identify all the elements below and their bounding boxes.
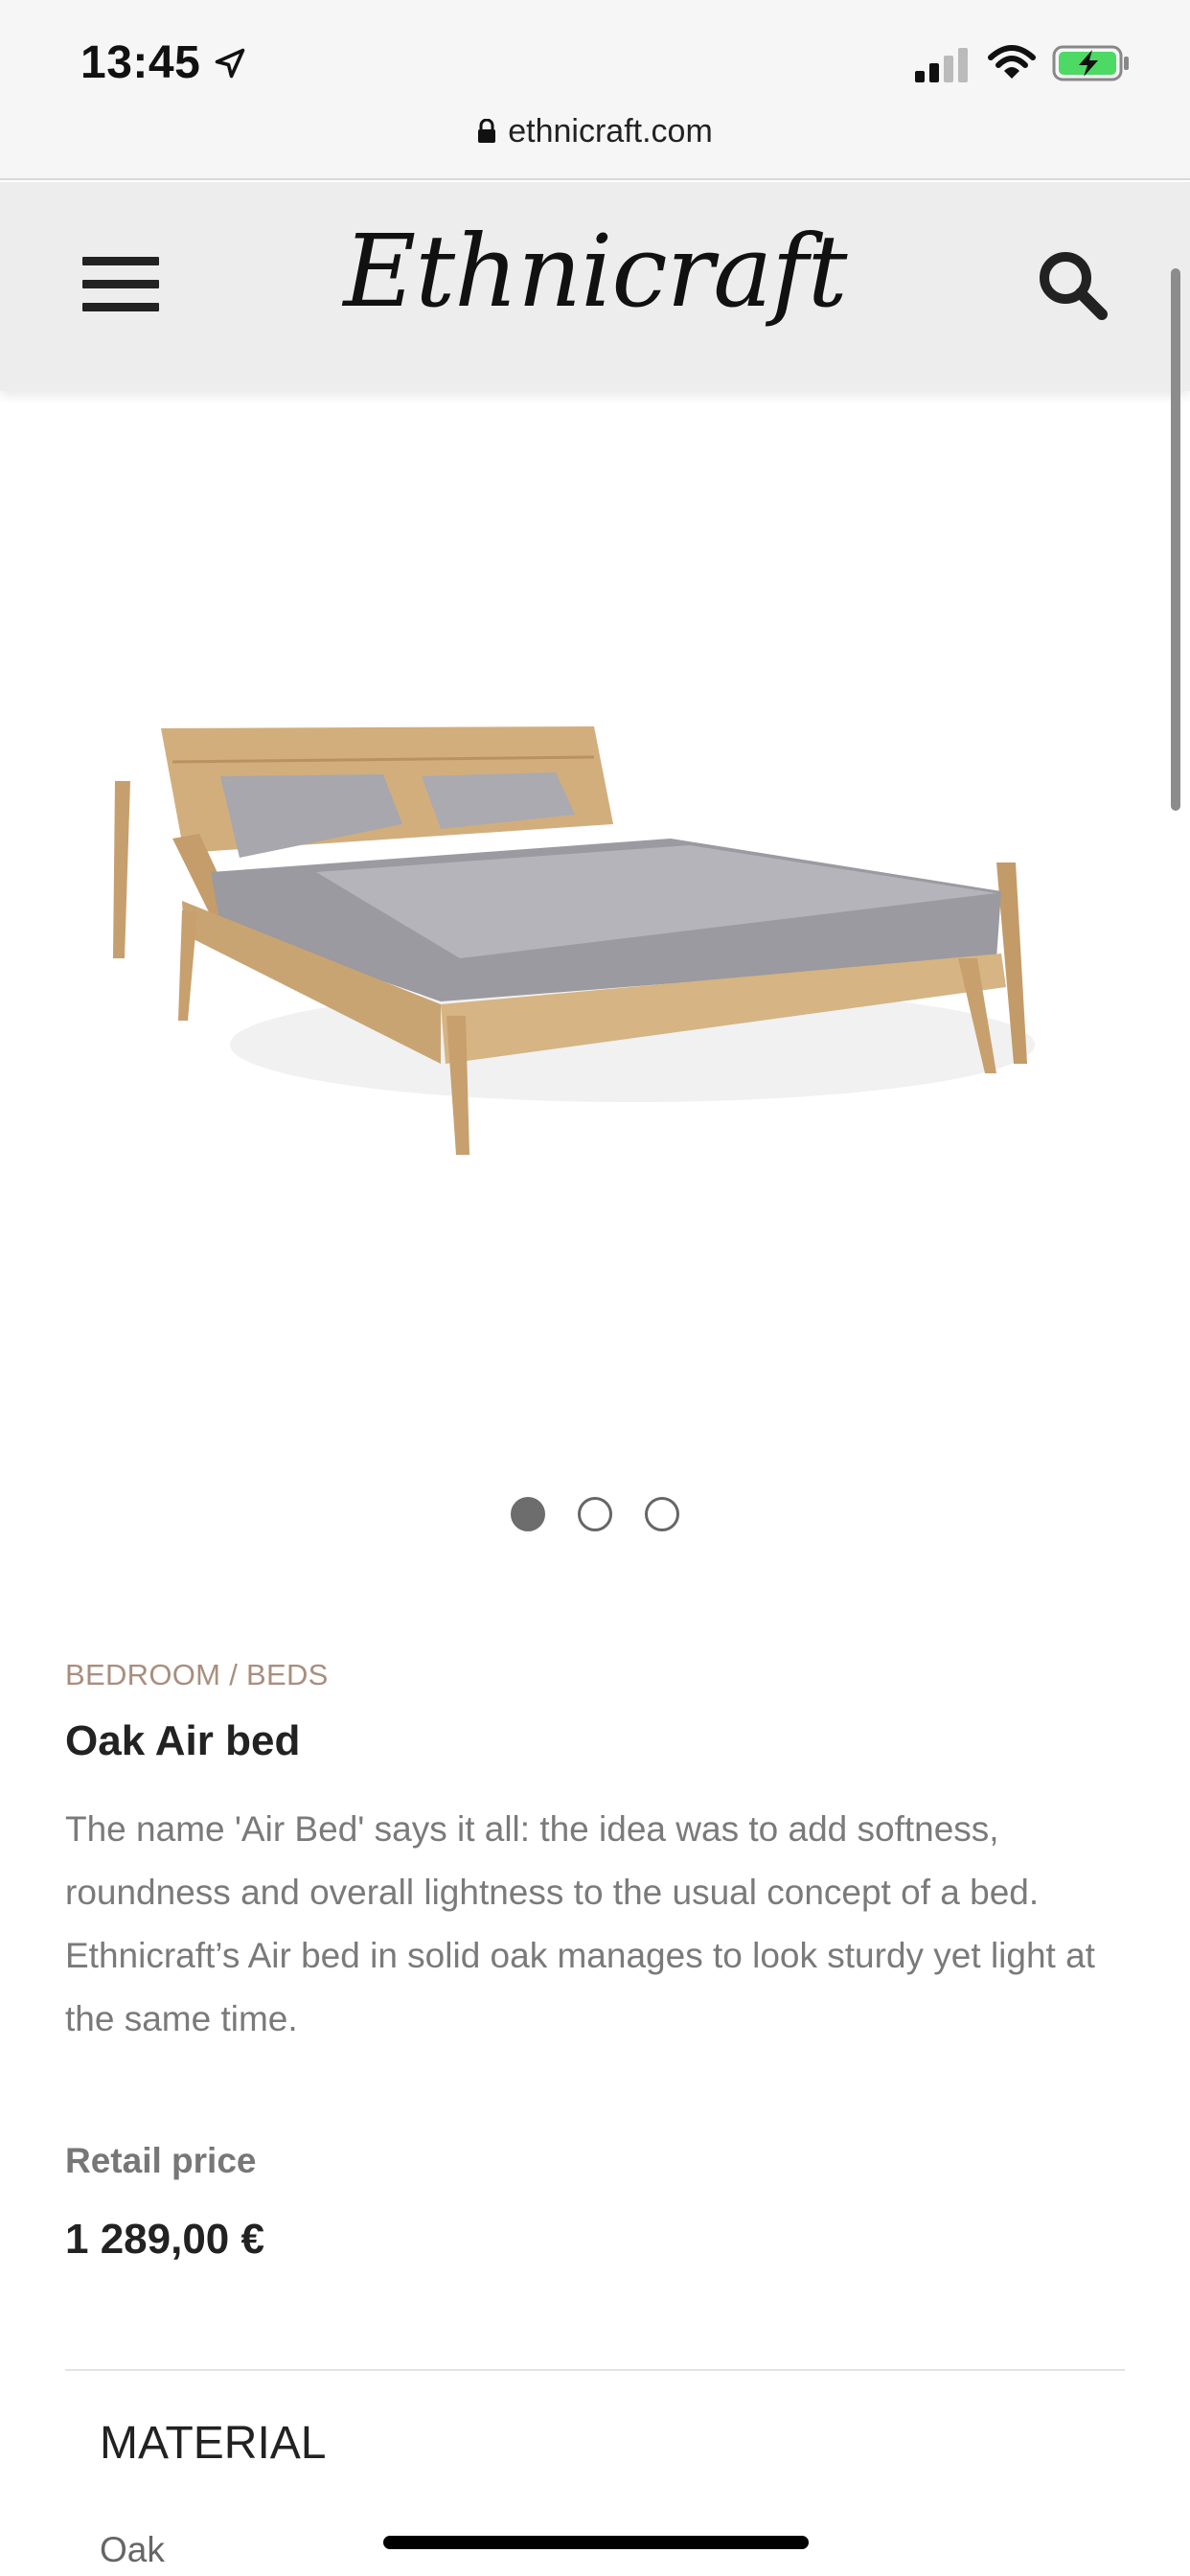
material-value: Oak: [100, 2530, 165, 2569]
lock-icon: [478, 119, 496, 143]
carousel-dot-3[interactable]: [645, 1497, 679, 1531]
carousel-dot-2[interactable]: [578, 1497, 612, 1531]
carousel-dot-1[interactable]: [511, 1497, 545, 1531]
material-heading[interactable]: MATERIAL: [100, 2417, 326, 2470]
carousel-dots: [0, 1497, 1190, 1535]
divider: [65, 2369, 1125, 2371]
home-indicator[interactable]: [383, 2536, 809, 2549]
battery-charging-icon: [1052, 45, 1129, 81]
price-label: Retail price: [65, 2141, 257, 2180]
breadcrumb[interactable]: BEDROOM / BEDS: [65, 1658, 329, 1692]
search-icon[interactable]: [1035, 247, 1111, 324]
cellular-signal-icon: [915, 48, 968, 82]
location-arrow-icon: [215, 48, 245, 79]
product-title: Oak Air bed: [65, 1717, 301, 1764]
product-description: The name 'Air Bed' says it all: the idea…: [65, 1809, 1095, 2038]
address-bar[interactable]: ethnicraft.com: [0, 113, 1190, 150]
product-image[interactable]: [96, 671, 1054, 1188]
site-header: Ethnicraft: [0, 182, 1190, 391]
site-logo[interactable]: Ethnicraft: [0, 213, 1190, 330]
wifi-icon: [988, 45, 1036, 79]
status-time: 13:45: [80, 37, 201, 88]
status-bar: 13:45 ethnicraft.com: [0, 0, 1190, 180]
url-text: ethnicraft.com: [508, 113, 713, 150]
scrollbar[interactable]: [1171, 268, 1180, 811]
price-value: 1 289,00 €: [65, 2216, 264, 2263]
